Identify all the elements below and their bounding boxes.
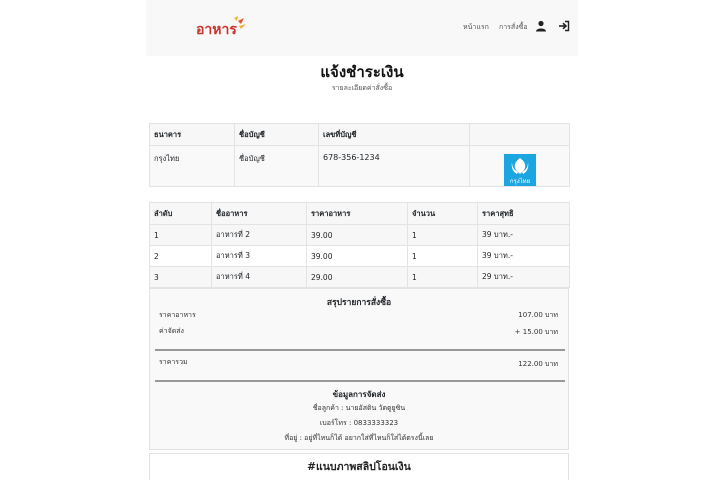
order-price: 39.00 <box>306 224 408 246</box>
order-net: 39 บาท.- <box>477 245 570 267</box>
bank-name: กรุงไทย <box>149 145 235 187</box>
table-row: กรุงไทย ชื่อบัญชี 678-356-1234 กรุงไทย <box>149 145 570 187</box>
order-header-food: ชื่ออาหาร <box>211 202 307 225</box>
account-number: 678-356-1234 <box>318 145 470 187</box>
navbar: อาหาร หน้าแรก การสั่งซื้อ <box>146 0 578 56</box>
slip-title: #แนบภาพสลิปโอนเงิน <box>307 461 411 473</box>
bank-header-account-name: ชื่อบัญชี <box>234 123 319 146</box>
order-net: 29 บาท.- <box>477 266 570 288</box>
sign-in-icon[interactable] <box>558 20 570 32</box>
nav-link-home[interactable]: หน้าแรก <box>463 22 489 33</box>
order-no: 2 <box>149 245 212 267</box>
shipping-fee-value: + 15.00 บาท <box>514 328 558 336</box>
customer-name: ชื่อลูกค้า : นายอัสติน วัตตูยูซิน <box>312 404 406 412</box>
customer-phone: เบอร์โทร : 0833333323 <box>319 419 399 427</box>
table-row: 1 อาหารที่ 2 39.00 1 39 บาท.- <box>149 224 570 246</box>
user-icon[interactable] <box>535 20 547 32</box>
bank-logo-cell: กรุงไทย <box>469 145 570 187</box>
page-subtitle: รายละเอียดค่าสั่งซื้อ <box>331 84 393 92</box>
order-qty: 1 <box>407 266 478 288</box>
bank-header-account-number: เลขที่บัญชี <box>318 123 470 146</box>
order-no: 3 <box>149 266 212 288</box>
shipping-info-title: ข้อมูลการจัดส่ง <box>332 390 386 399</box>
food-price-label: ราคาอาหาร <box>159 311 196 319</box>
order-summary: สรุปรายการสั่งซื้อ ราคาอาหาร 107.00 บาท … <box>149 288 569 450</box>
total-value: 122.00 บาท <box>518 360 558 368</box>
summary-divider <box>155 349 565 351</box>
bank-header-logo <box>469 123 570 146</box>
table-row: 2 อาหารที่ 3 39.00 1 39 บาท.- <box>149 245 570 267</box>
order-no: 1 <box>149 224 212 246</box>
order-header-qty: จำนวน <box>407 202 478 225</box>
bank-logo-label: กรุงไทย <box>509 177 529 185</box>
page-title: แจ้งชำระเงิน <box>320 63 404 81</box>
order-header-net: ราคาสุทธิ <box>477 202 570 225</box>
food-price-value: 107.00 บาท <box>518 311 558 319</box>
order-header-no: ลำดับ <box>149 202 212 225</box>
order-food: อาหารที่ 3 <box>211 245 307 267</box>
table-row: 3 อาหารที่ 4 29.00 1 29 บาท.- <box>149 266 570 288</box>
order-qty: 1 <box>407 245 478 267</box>
order-price: 29.00 <box>306 266 408 288</box>
total-label: ราคารวม <box>159 358 188 366</box>
bank-header-bank: ธนาคาร <box>149 123 235 146</box>
page-container: อาหาร หน้าแรก การสั่งซื้อ แจ้งชำระเงิน ร… <box>146 0 578 480</box>
summary-divider <box>155 380 565 382</box>
order-net: 39 บาท.- <box>477 224 570 246</box>
order-food: อาหารที่ 2 <box>211 224 307 246</box>
brand-logo[interactable]: อาหาร <box>194 15 250 41</box>
order-qty: 1 <box>407 224 478 246</box>
order-price: 39.00 <box>306 245 408 267</box>
account-name: ชื่อบัญชี <box>234 145 319 187</box>
nav-link-orders[interactable]: การสั่งซื้อ <box>499 22 528 33</box>
order-food: อาหารที่ 4 <box>211 266 307 288</box>
bank-table: ธนาคาร ชื่อบัญชี เลขที่บัญชี กรุงไทย ชื่… <box>149 123 570 187</box>
summary-title: สรุปรายการสั่งซื้อ <box>326 298 392 308</box>
order-header-price: ราคาอาหาร <box>306 202 408 225</box>
brand-logo-text: อาหาร <box>196 22 237 38</box>
customer-address: ที่อยู่ : อยู่ที่ไหนก็ได้ อยากใส่ที่ไหนก… <box>284 434 434 442</box>
bank-logo: กรุงไทย <box>503 154 536 186</box>
brand-logo-graphic: อาหาร <box>196 16 246 38</box>
shipping-fee-label: ค่าจัดส่ง <box>159 327 184 335</box>
order-table: ลำดับ ชื่ออาหาร ราคาอาหาร จำนวน ราคาสุทธ… <box>149 202 570 288</box>
slip-upload-section: #แนบภาพสลิปโอนเงิน <box>149 453 569 480</box>
